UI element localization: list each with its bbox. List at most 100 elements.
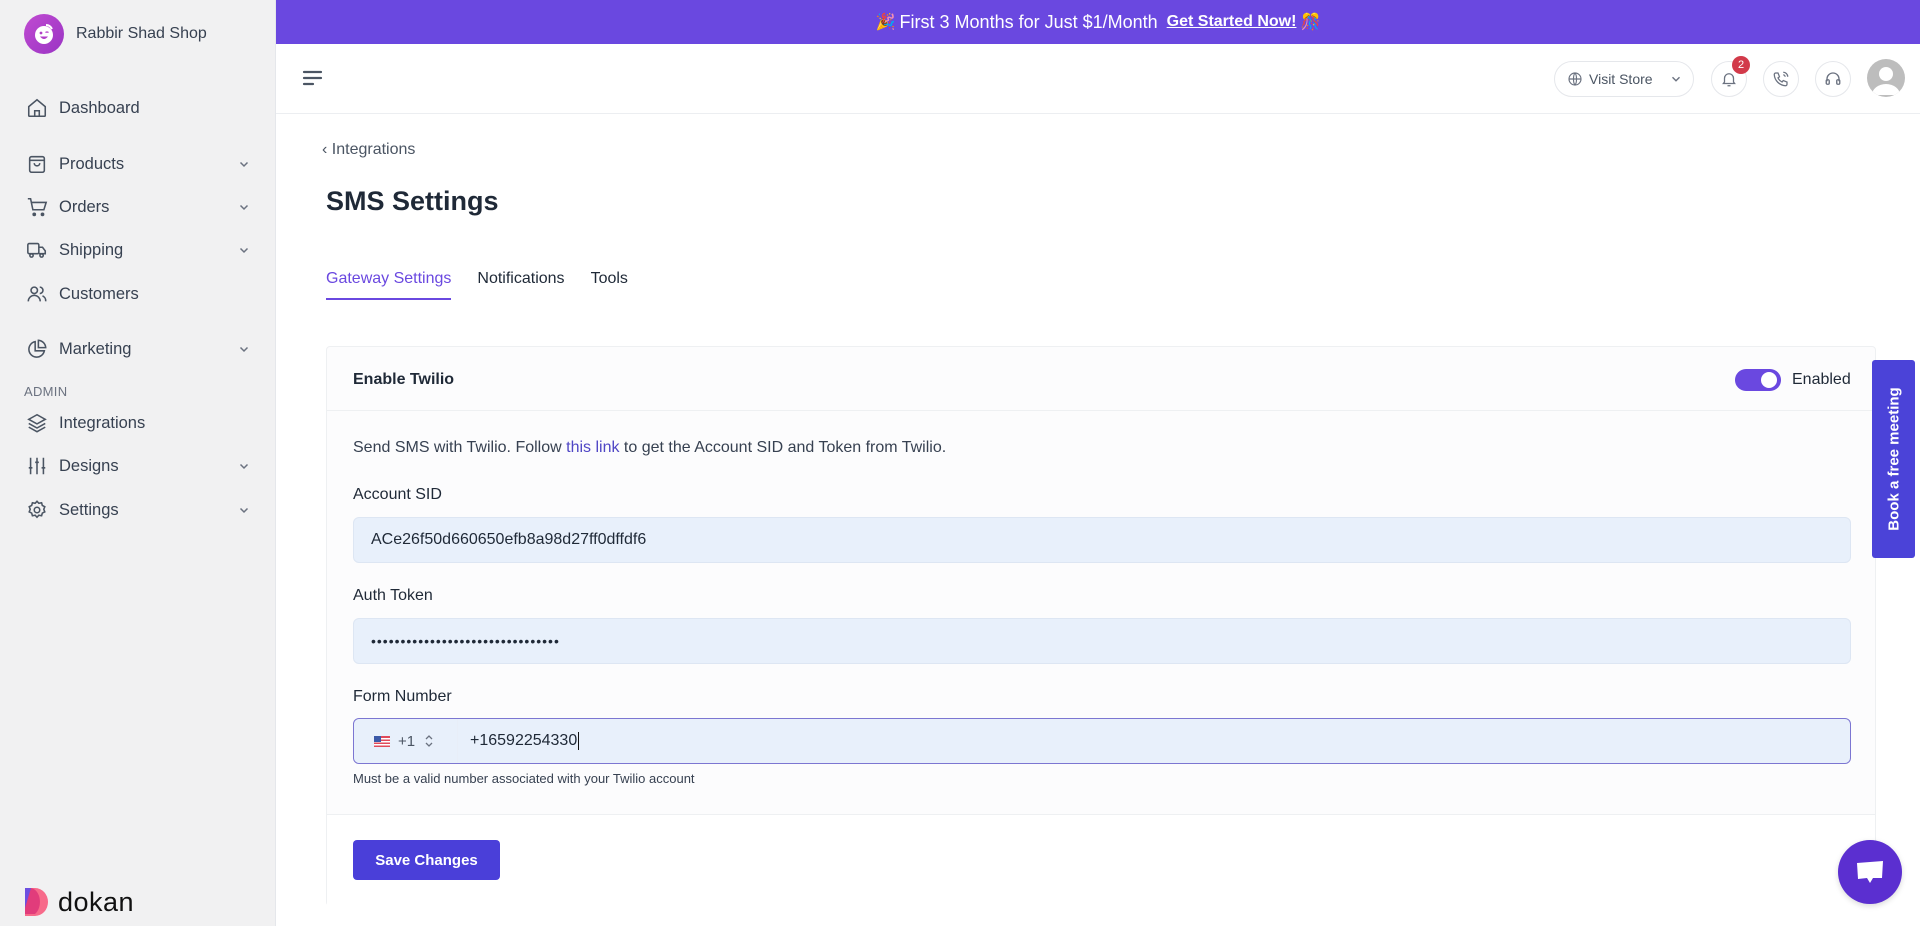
chat-launcher-button[interactable] xyxy=(1838,840,1902,904)
enable-twilio-toggle[interactable] xyxy=(1735,369,1781,391)
headset-icon xyxy=(1825,72,1841,85)
sliders-icon xyxy=(24,453,50,479)
chevron-down-icon xyxy=(239,161,249,168)
cart-icon xyxy=(24,194,50,220)
enable-twilio-title: Enable Twilio xyxy=(353,371,455,388)
save-changes-button[interactable]: Save Changes xyxy=(353,840,500,880)
auth-token-label: Auth Token xyxy=(353,587,433,604)
users-icon xyxy=(24,281,50,307)
chevron-down-icon xyxy=(239,507,249,514)
chat-bubble-icon xyxy=(1857,861,1883,883)
toggle-knob xyxy=(1761,372,1777,388)
notification-count-badge: 2 xyxy=(1732,56,1750,74)
auth-token-value: •••••••••••••••••••••••••••••••• xyxy=(371,633,560,649)
gear-icon xyxy=(24,497,50,523)
auth-token-input[interactable]: •••••••••••••••••••••••••••••••• xyxy=(353,618,1851,664)
tab-gateway-settings[interactable]: Gateway Settings xyxy=(326,270,452,300)
store-brand[interactable]: Rabbir Shad Shop xyxy=(24,14,207,54)
notifications-button[interactable]: 2 xyxy=(1711,56,1750,97)
pie-chart-icon xyxy=(24,336,50,362)
sidebar-item-label: Settings xyxy=(59,500,119,519)
tab-notifications[interactable]: Notifications xyxy=(477,270,564,300)
home-icon xyxy=(24,95,50,121)
admin-section-label: ADMIN xyxy=(24,384,68,399)
shopping-bag-icon xyxy=(24,151,50,177)
sidebar-item-label: Orders xyxy=(59,197,110,216)
description-text: to get the Account SID and Token from Tw… xyxy=(619,439,947,456)
sidebar-item-label: Shipping xyxy=(59,240,124,259)
confetti-icon: 🎊 xyxy=(1300,14,1321,31)
sidebar-item-integrations[interactable]: Integrations xyxy=(24,405,260,441)
country-code: +1 xyxy=(398,732,416,750)
sidebar: Rabbir Shad Shop Dashboard Products Orde… xyxy=(0,0,276,926)
form-number-input[interactable]: +1 +16592254330 xyxy=(353,718,1851,764)
sidebar-item-label: Integrations xyxy=(59,413,146,432)
globe-icon xyxy=(1568,72,1582,86)
layers-icon xyxy=(24,410,50,436)
store-avatar xyxy=(24,14,64,54)
user-avatar[interactable] xyxy=(1867,59,1905,97)
menu-icon[interactable] xyxy=(302,68,324,88)
sidebar-item-label: Designs xyxy=(59,456,119,475)
main-content: ‹ Integrations SMS Settings Gateway Sett… xyxy=(276,114,1920,926)
chevron-down-icon xyxy=(1671,76,1680,82)
store-name: Rabbir Shad Shop xyxy=(76,25,207,42)
call-button[interactable] xyxy=(1763,61,1799,97)
tabs: Gateway Settings Notifications Tools xyxy=(326,270,654,300)
sidebar-item-customers[interactable]: Customers xyxy=(24,276,260,312)
account-sid-value: ACe26f50d660650efb8a98d27ff0dffdf6 xyxy=(371,531,647,548)
book-meeting-tab[interactable]: Book a free meeting xyxy=(1872,360,1915,558)
sidebar-item-shipping[interactable]: Shipping xyxy=(24,232,260,268)
sidebar-item-label: Marketing xyxy=(59,339,132,358)
account-sid-label: Account SID xyxy=(353,486,442,503)
tab-tools[interactable]: Tools xyxy=(591,270,628,300)
twilio-description: Send SMS with Twilio. Follow this link t… xyxy=(353,439,946,457)
chevron-down-icon xyxy=(239,463,249,470)
account-sid-input[interactable]: ACe26f50d660650efb8a98d27ff0dffdf6 xyxy=(353,517,1851,563)
truck-icon xyxy=(24,237,50,263)
form-number-hint: Must be a valid number associated with y… xyxy=(353,771,695,786)
chevron-down-icon xyxy=(239,247,249,254)
twilio-settings-card: Enable Twilio Enabled Send SMS with Twil… xyxy=(326,346,1876,907)
visit-store-label: Visit Store xyxy=(1589,71,1653,87)
sidebar-item-products[interactable]: Products xyxy=(24,146,260,182)
sidebar-item-marketing[interactable]: Marketing xyxy=(24,331,260,367)
sidebar-item-label: Dashboard xyxy=(59,98,140,117)
breadcrumb-label: Integrations xyxy=(331,141,416,158)
us-flag-icon xyxy=(374,735,390,747)
book-meeting-label: Book a free meeting xyxy=(1885,387,1902,531)
sidebar-item-designs[interactable]: Designs xyxy=(24,448,260,484)
twilio-help-link[interactable]: this link xyxy=(566,439,619,456)
chevron-down-icon xyxy=(239,204,249,211)
phone-call-icon xyxy=(1773,71,1789,87)
description-text: Send SMS with Twilio. Follow xyxy=(353,439,567,456)
top-bar: Visit Store 2 xyxy=(276,44,1920,114)
promo-banner: 🎉 First 3 Months for Just $1/Month Get S… xyxy=(276,0,1920,44)
promo-text: First 3 Months for Just $1/Month xyxy=(899,11,1158,32)
dokan-wordmark: dokan xyxy=(58,886,135,917)
chevron-down-icon xyxy=(239,346,249,353)
sidebar-item-settings[interactable]: Settings xyxy=(24,492,260,528)
sidebar-item-dashboard[interactable]: Dashboard xyxy=(24,90,260,126)
page-title: SMS Settings xyxy=(326,186,499,216)
text-cursor xyxy=(578,731,580,750)
phone-number-text: +16592254330 xyxy=(470,732,578,750)
user-icon xyxy=(1872,67,1900,95)
get-started-link[interactable]: Get Started Now! xyxy=(1167,13,1297,31)
form-number-value: +16592254330 xyxy=(470,731,580,750)
breadcrumb-back-link[interactable]: ‹ Integrations xyxy=(322,141,415,159)
dokan-logo: dokan xyxy=(24,886,134,918)
bell-icon xyxy=(1722,73,1736,87)
chevron-up-down-icon xyxy=(425,735,433,747)
visit-store-button[interactable]: Visit Store xyxy=(1554,61,1694,97)
support-button[interactable] xyxy=(1815,61,1851,97)
dokan-logo-icon xyxy=(25,888,48,916)
sidebar-item-orders[interactable]: Orders xyxy=(24,189,260,225)
sidebar-item-label: Customers xyxy=(59,284,139,303)
card-footer: Save Changes xyxy=(327,814,1875,907)
chevron-left-icon: ‹ xyxy=(322,141,332,158)
country-code-select[interactable]: +1 xyxy=(354,719,458,763)
card-header: Enable Twilio Enabled xyxy=(327,347,1875,411)
form-number-label: Form Number xyxy=(353,688,452,705)
sidebar-item-label: Products xyxy=(59,154,125,173)
